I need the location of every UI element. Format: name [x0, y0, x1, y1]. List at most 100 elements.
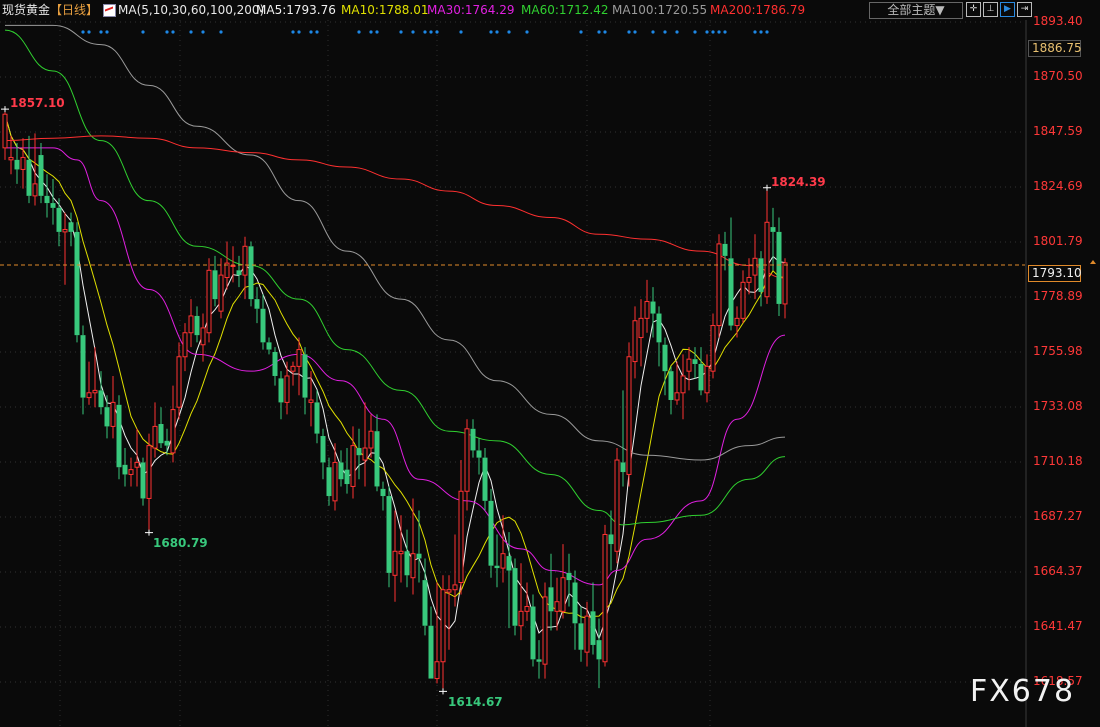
candle-body [188, 315, 194, 334]
candle-body [314, 402, 320, 434]
candle-body [596, 640, 602, 660]
candle-body [404, 551, 410, 576]
candle-body [374, 431, 380, 487]
candlestick-chart[interactable] [0, 0, 1100, 727]
candle-body [80, 335, 86, 398]
candle [776, 217, 782, 316]
candle-body [584, 615, 590, 653]
candle-body [446, 589, 452, 593]
candle-body [254, 299, 260, 309]
event-marker-dot [675, 30, 679, 34]
ma-indicator-icon[interactable] [103, 4, 116, 17]
candle-body [650, 301, 656, 314]
candle [326, 457, 332, 506]
candle [686, 347, 692, 391]
extreme-marker [763, 184, 771, 191]
candle-body [170, 409, 176, 454]
candle [494, 534, 500, 588]
candle [344, 448, 350, 494]
candle [164, 428, 170, 456]
candle-body [476, 450, 482, 458]
candle-body [92, 389, 98, 394]
event-marker-dot [759, 30, 763, 34]
candle [692, 347, 698, 379]
candle-body [272, 351, 278, 376]
play-icon: ▶ [1004, 4, 1011, 14]
candle-body [344, 469, 350, 485]
candle-body [620, 462, 626, 473]
candle-body [104, 407, 110, 427]
candle-body [38, 155, 44, 196]
candle [704, 354, 710, 403]
event-marker-dot [189, 30, 193, 34]
event-marker-dot [459, 30, 463, 34]
event-marker-dot [435, 30, 439, 34]
candle [14, 143, 20, 184]
fit-range-button[interactable]: ⊥ [983, 2, 998, 17]
candle-body [428, 625, 434, 679]
candle [680, 354, 686, 420]
event-marker-dot [219, 30, 223, 34]
candle-body [128, 469, 134, 475]
period-label[interactable]: 【日线】 [50, 0, 98, 20]
candle-body [74, 231, 80, 336]
candle [524, 582, 530, 621]
candle-body [176, 356, 182, 408]
upper-price-marker: 1886.75 [1028, 40, 1082, 57]
candle [428, 606, 434, 679]
candle [38, 143, 44, 204]
candle [212, 255, 218, 307]
candle [770, 207, 776, 271]
candle-body [248, 246, 254, 300]
annotation-low: 1614.67 [448, 695, 503, 709]
candle-body [116, 404, 122, 468]
candle-body [338, 462, 344, 480]
candle [62, 212, 68, 285]
candle [638, 299, 644, 367]
candle-body [194, 315, 200, 336]
event-marker-dot [105, 30, 109, 34]
crosshair-button[interactable]: ✛ [966, 2, 981, 17]
candle [662, 337, 668, 396]
ma10-value: MA10:1788.01 [341, 3, 429, 17]
candle [440, 575, 446, 692]
candle-body [494, 565, 500, 569]
candle-body [68, 222, 74, 232]
candle-body [722, 243, 728, 256]
extreme-marker [145, 529, 153, 536]
event-marker-dot [423, 30, 427, 34]
candle-body [758, 258, 764, 292]
play-button[interactable]: ▶ [1000, 2, 1015, 17]
event-marker-dot [315, 30, 319, 34]
candle-body [398, 550, 404, 555]
candle-body [470, 428, 476, 451]
event-marker-dot [99, 30, 103, 34]
candle [284, 361, 290, 415]
candle-body [692, 359, 698, 364]
candle-body [776, 231, 782, 304]
theme-dropdown[interactable]: 全部主题▼ [869, 2, 963, 19]
ma30-value: MA30:1764.29 [427, 3, 515, 17]
exit-button[interactable]: ⇥ [1017, 2, 1032, 17]
candle-body [434, 661, 440, 680]
candle-body [158, 424, 164, 444]
y-tick-label: 1870.50 [1033, 68, 1083, 83]
instrument-name: 现货黄金 [2, 3, 51, 17]
candle-body [326, 467, 332, 497]
candle [308, 371, 314, 427]
annotation-low: 1680.79 [153, 536, 208, 550]
candle-body [212, 270, 218, 300]
candle [146, 433, 152, 533]
event-marker-dot [705, 30, 709, 34]
candle-body [2, 113, 8, 149]
candle-body [242, 245, 248, 276]
candle [572, 570, 578, 650]
event-marker-dot [87, 30, 91, 34]
candle [656, 306, 662, 367]
candle-body [380, 488, 386, 497]
candle-body [644, 301, 650, 319]
candle [488, 488, 494, 578]
candle-body [278, 378, 284, 403]
event-marker-dot [507, 30, 511, 34]
candle [20, 138, 26, 189]
